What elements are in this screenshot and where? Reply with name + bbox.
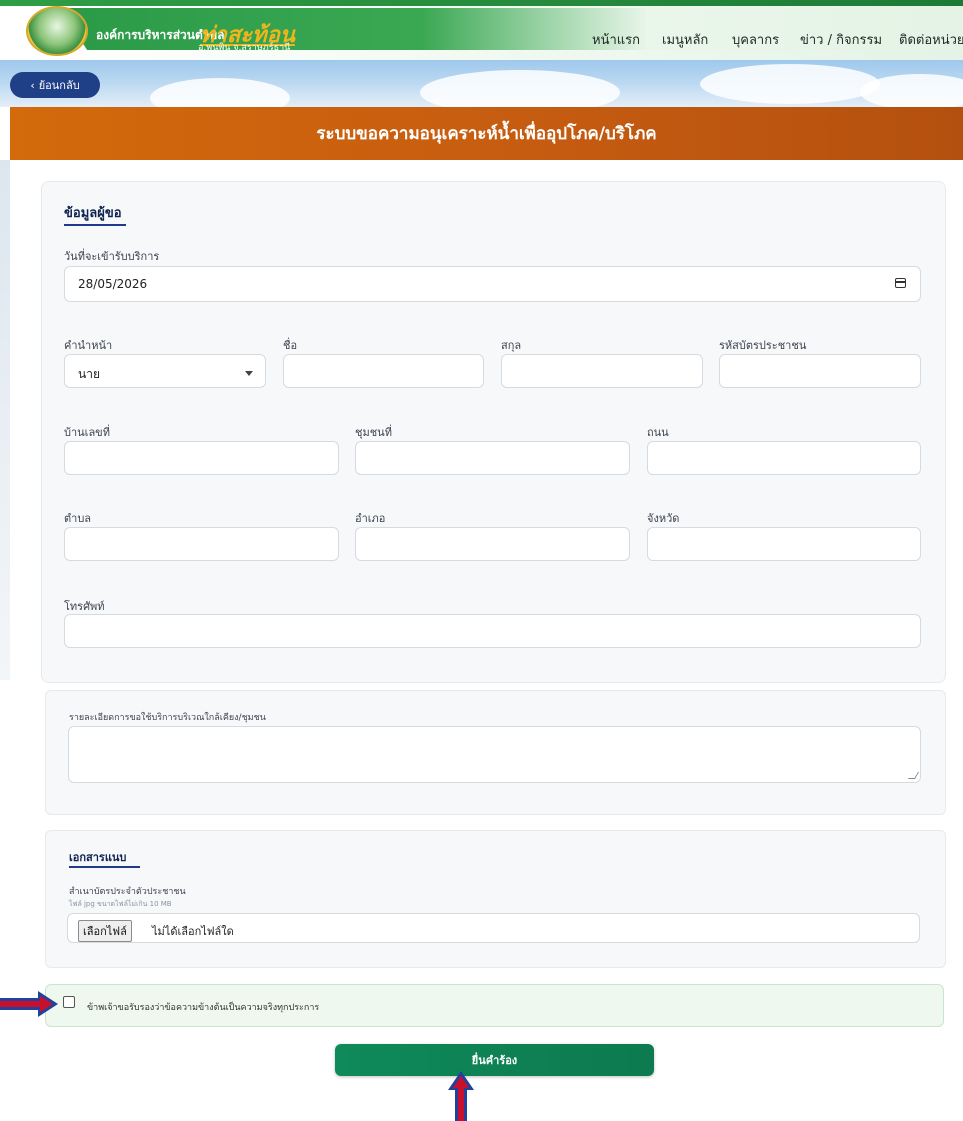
confirm-checkbox[interactable] — [63, 996, 75, 1008]
subdistrict-label: ตำบล — [64, 512, 92, 525]
id-copy-file-input[interactable]: เลือกไฟล์ ไม่ได้เลือกไฟล์ใด — [67, 913, 920, 943]
left-edge-strip — [0, 160, 10, 680]
first-name-input[interactable] — [283, 354, 484, 388]
applicant-info-card — [41, 181, 946, 683]
attachments-section-title: เอกสารแนบ — [69, 851, 127, 864]
phone-label: โทรศัพท์ — [64, 600, 105, 613]
prefix-selected-value: นาย — [78, 367, 100, 381]
first-name-label: ชื่อ — [283, 339, 298, 352]
prefix-select[interactable]: นาย — [64, 354, 266, 388]
org-logo[interactable] — [26, 6, 88, 56]
calendar-icon[interactable] — [895, 278, 906, 288]
id-card-input[interactable] — [719, 354, 921, 388]
attachments-title-underline — [69, 866, 140, 868]
back-button[interactable]: ‹ ย้อนกลับ — [10, 72, 100, 98]
confirm-checkbox-label: ข้าพเจ้าขอรับรองว่าข้อความข้างต้นเป็นควา… — [87, 1003, 320, 1013]
site-header: องค์การบริหารส่วนตำบล ท่าสะท้อน อ.พุนพิน… — [0, 0, 963, 60]
id-copy-hint: ไฟล์ jpg ขนาดไฟล์ไม่เกิน 10 MB — [69, 900, 172, 908]
service-date-input[interactable]: 28/05/2026 — [64, 266, 921, 302]
back-button-label: ย้อนกลับ — [38, 79, 80, 92]
header-top-stripe — [0, 0, 963, 6]
id-card-label: รหัสบัตรประชาชน — [719, 339, 807, 352]
submit-request-button[interactable]: ยื่นคำร้อง — [335, 1044, 654, 1076]
resize-handle-icon[interactable] — [907, 772, 920, 779]
nav-main-menu[interactable]: เมนูหลัก — [662, 29, 708, 50]
id-copy-label: สำเนาบัตรประจำตัวประชาชน — [69, 887, 186, 897]
road-input[interactable] — [647, 441, 921, 475]
community-input[interactable] — [355, 441, 630, 475]
section-title-underline — [64, 224, 126, 226]
attachments-card — [45, 830, 946, 968]
applicant-section-title: ข้อมูลผู้ขอ — [64, 206, 122, 221]
last-name-input[interactable] — [501, 354, 703, 388]
community-label: ชุมชนที่ — [355, 426, 392, 439]
house-no-input[interactable] — [64, 441, 339, 475]
nav-contact[interactable]: ติดต่อหน่วยง — [899, 29, 963, 50]
chevron-down-icon — [245, 371, 253, 376]
province-label: จังหวัด — [647, 512, 680, 525]
annotation-arrow-up-icon — [448, 1071, 474, 1121]
last-name-label: สกุล — [501, 339, 522, 352]
subdistrict-input[interactable] — [64, 527, 339, 561]
service-date-label: วันที่จะเข้ารับบริการ — [64, 250, 160, 263]
house-no-label: บ้านเลขที่ — [64, 426, 110, 439]
org-location: อ.พุนพิน จ.สุราษฎร์ธานี — [198, 43, 291, 53]
page-title-banner: ระบบขอความอนุเคราะห์น้ำเพื่ออุปโภค/บริโภ… — [10, 107, 963, 160]
choose-file-button[interactable]: เลือกไฟล์ — [78, 920, 132, 942]
page-title: ระบบขอความอนุเคราะห์น้ำเพื่ออุปโภค/บริโภ… — [316, 124, 657, 144]
prefix-label: คำนำหน้า — [64, 339, 113, 352]
province-input[interactable] — [647, 527, 921, 561]
district-input[interactable] — [355, 527, 630, 561]
no-file-selected-text: ไม่ได้เลือกไฟล์ใด — [152, 925, 234, 938]
request-details-label: รายละเอียดการขอใช้บริการบริเวณใกล้เคียง/… — [69, 713, 266, 723]
district-label: อำเภอ — [355, 512, 386, 525]
phone-input[interactable] — [64, 614, 921, 648]
hero-sky-background — [0, 60, 963, 107]
nav-home[interactable]: หน้าแรก — [592, 29, 640, 50]
nav-news-activities[interactable]: ข่าว / กิจกรรม — [800, 29, 882, 50]
request-details-textarea[interactable] — [68, 726, 921, 783]
nav-personnel[interactable]: บุคลากร — [732, 29, 779, 50]
annotation-arrow-right-icon — [0, 991, 58, 1017]
road-label: ถนน — [647, 426, 669, 439]
chevron-left-icon: ‹ — [30, 78, 35, 92]
submit-button-label: ยื่นคำร้อง — [471, 1054, 518, 1067]
service-date-value: 28/05/2026 — [78, 277, 148, 291]
